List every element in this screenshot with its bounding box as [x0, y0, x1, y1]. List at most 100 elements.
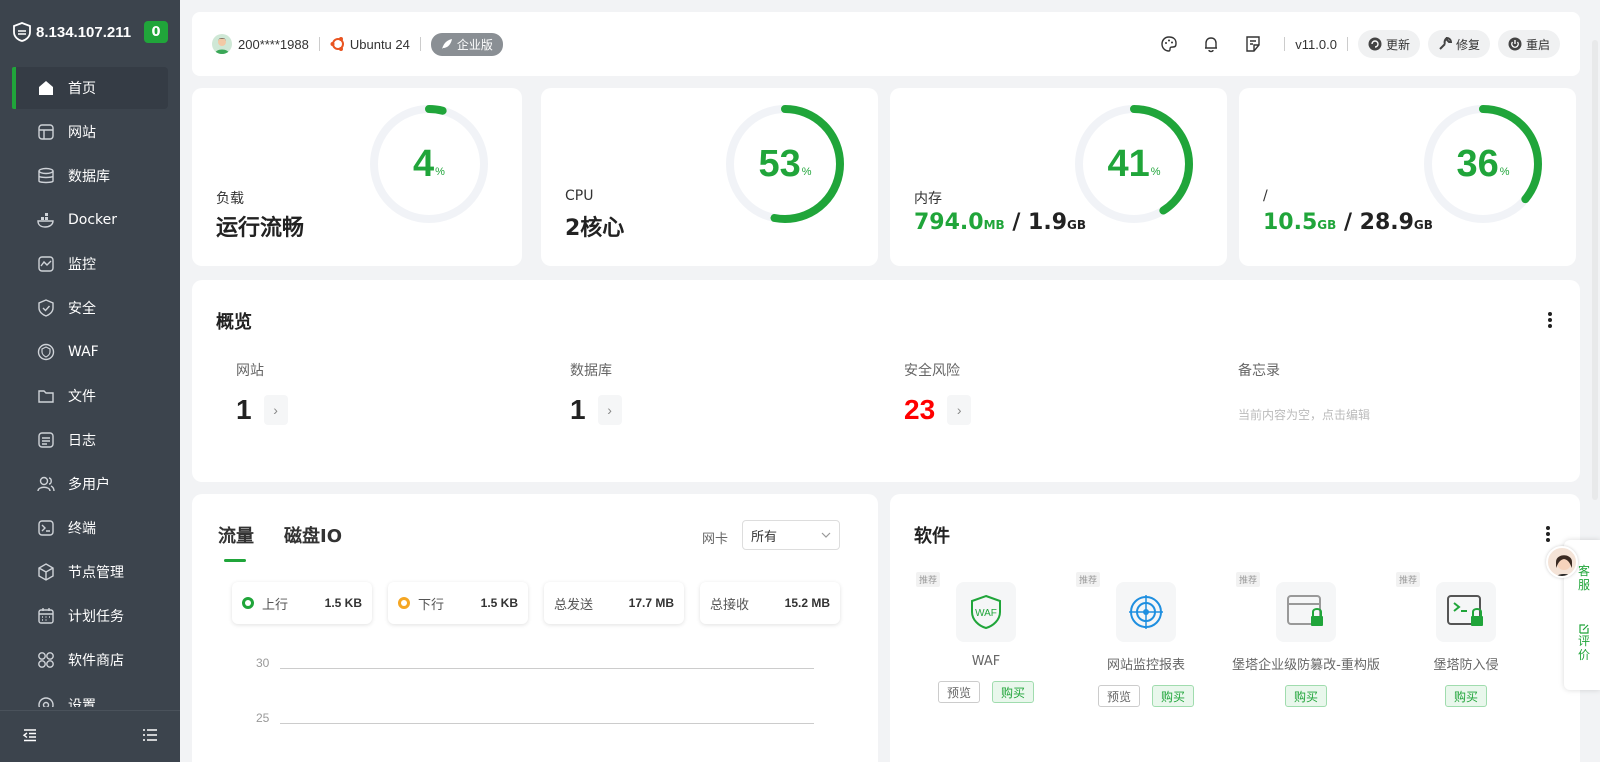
message-count-badge[interactable]: 0 [144, 21, 168, 43]
palette-icon[interactable] [1159, 34, 1179, 54]
overview-more-icon[interactable] [1548, 312, 1552, 328]
overview-label: 安全风险 [904, 363, 960, 379]
sidebar-item-website[interactable]: 网站 [12, 111, 168, 153]
download-label: 下行 [418, 597, 445, 613]
software-item-waf[interactable]: 推荐 WAF WAF 预览 购买 [906, 554, 1066, 703]
restart-label: 重启 [1525, 37, 1550, 52]
sidebar-item-files[interactable]: 文件 [12, 375, 168, 417]
sidebar-item-terminal[interactable]: 终端 [12, 507, 168, 549]
download-stat: 下行 1.5 KB [388, 582, 528, 624]
restart-button[interactable]: 重启 [1497, 30, 1560, 58]
total-received-label: 总接收 [710, 597, 750, 613]
menu-list-icon[interactable] [142, 727, 158, 747]
panel-version[interactable]: v11.0.0 [1295, 37, 1337, 52]
sidebar-item-users[interactable]: 多用户 [12, 463, 168, 505]
memory-card[interactable]: 41% 内存 794.0MB / 1.9GB [890, 88, 1227, 266]
cpu-card[interactable]: 53% CPU 2核心 [541, 88, 878, 266]
overview-label: 数据库 [570, 363, 612, 379]
overview-memo: 备忘录 当前内容为空，点击编辑 [1238, 360, 1370, 423]
buy-button[interactable]: 购买 [1284, 685, 1327, 707]
upload-dot-icon [242, 597, 254, 609]
sidebar-item-home[interactable]: 首页 [12, 67, 168, 109]
software-item-site-monitor[interactable]: 推荐 网站监控报表 预览 购买 [1066, 554, 1226, 707]
memo-placeholder[interactable]: 当前内容为空，点击编辑 [1238, 406, 1370, 423]
buy-button[interactable]: 购买 [1444, 685, 1487, 707]
y-tick-label: 25 [256, 711, 270, 725]
chevron-right-icon[interactable]: › [597, 395, 622, 425]
sidebar-item-logs[interactable]: 日志 [12, 419, 168, 461]
nic-selected-value: 所有 [751, 529, 778, 545]
load-percent-value: 4 [413, 142, 435, 185]
sidebar-item-security[interactable]: 安全 [12, 287, 168, 329]
divider [419, 37, 421, 51]
separator: / [1336, 210, 1360, 235]
overview-security-risk: 安全风险 23 › [904, 360, 972, 426]
overview-title: 概览 [216, 312, 252, 333]
buy-button[interactable]: 购买 [992, 681, 1035, 703]
sidebar-item-label: 计划任务 [68, 609, 124, 625]
overview-card: 概览 网站 1 › 数据库 1 › 安全风险 23 › 备忘录 当前内容为空，点击编辑 [192, 280, 1580, 482]
chevron-down-icon [821, 532, 831, 538]
nic-select[interactable]: 所有 [742, 520, 840, 550]
sidebar-item-cron[interactable]: 计划任务 [12, 595, 168, 637]
software-item-tamper-proof[interactable]: 推荐 堡塔企业级防篡改-重构版 购买 [1226, 554, 1386, 707]
sidebar-item-label: 日志 [68, 433, 96, 449]
server-ip[interactable]: 8.134.107.211 [36, 24, 131, 41]
sidebar-item-waf[interactable]: WAF [12, 331, 168, 373]
page-scrollbar[interactable] [1592, 40, 1598, 500]
chevron-right-icon[interactable]: › [263, 395, 288, 425]
username[interactable]: 200****1988 [238, 37, 309, 52]
support-widget: 客服 评价 [1546, 540, 1600, 690]
bell-icon[interactable] [1201, 34, 1221, 54]
edition-badge[interactable]: 企业版 [430, 32, 503, 56]
load-label: 负载 [216, 191, 244, 207]
load-status: 运行流畅 [216, 216, 305, 241]
os-version: Ubuntu 24 [349, 36, 410, 52]
radar-icon [1116, 582, 1176, 642]
ubuntu-icon [330, 36, 346, 52]
database-count: 1 [570, 394, 586, 425]
buy-button[interactable]: 购买 [1152, 685, 1195, 707]
preview-button[interactable]: 预览 [937, 681, 980, 703]
svg-text:WAF: WAF [975, 608, 997, 619]
update-button[interactable]: 更新 [1357, 30, 1420, 58]
sidebar-item-settings[interactable]: 设置 [12, 683, 168, 707]
tab-traffic[interactable]: 流量 [218, 522, 254, 562]
y-tick-label: 30 [256, 656, 270, 670]
software-name: 网站监控报表 [1106, 658, 1185, 673]
sidebar-item-monitor[interactable]: 监控 [12, 243, 168, 285]
sidebar: 8.134.107.211 0 首页 网站 数据库 Docker 监控 安全 W… [0, 0, 180, 762]
support-avatar-icon[interactable] [1546, 546, 1578, 578]
memory-total-unit: GB [1067, 218, 1087, 232]
disk-used: 10.5 [1263, 210, 1318, 235]
software-more-icon[interactable] [1546, 526, 1550, 542]
user-avatar-icon [212, 34, 232, 54]
sidebar-item-database[interactable]: 数据库 [12, 155, 168, 197]
edition-label: 企业版 [456, 37, 493, 52]
collapse-sidebar-icon[interactable] [22, 727, 38, 747]
preview-button[interactable]: 预览 [1097, 685, 1140, 707]
wrench-icon [1439, 37, 1452, 50]
load-card[interactable]: 4% 负载 运行流畅 [192, 88, 522, 266]
sidebar-item-docker[interactable]: Docker [12, 199, 168, 241]
customer-service-link[interactable]: 客服 [1578, 564, 1592, 592]
overview-label: 网站 [236, 363, 264, 379]
chevron-right-icon[interactable]: › [947, 395, 972, 425]
folder-icon [36, 386, 56, 406]
update-label: 更新 [1385, 37, 1410, 52]
sidebar-item-store[interactable]: 软件商店 [12, 639, 168, 681]
software-item-intrusion-prevention[interactable]: 推荐 堡塔防入侵 购买 [1386, 554, 1546, 707]
disk-card[interactable]: 36% / 10.5GB / 28.9GB [1239, 88, 1576, 266]
percent-unit: % [801, 166, 812, 178]
sidebar-item-nodes[interactable]: 节点管理 [12, 551, 168, 593]
divider [1346, 37, 1348, 51]
total-received-value: 15.2 MB [784, 596, 830, 610]
repair-button[interactable]: 修复 [1427, 30, 1490, 58]
notes-icon[interactable] [1243, 34, 1263, 54]
sidebar-item-label: 软件商店 [68, 653, 124, 669]
overview-websites: 网站 1 › [236, 360, 288, 426]
tab-disk-io[interactable]: 磁盘IO [284, 522, 342, 548]
review-link[interactable]: 评价 [1578, 634, 1592, 662]
sidebar-item-label: 设置 [68, 698, 96, 707]
divider [1284, 37, 1286, 51]
